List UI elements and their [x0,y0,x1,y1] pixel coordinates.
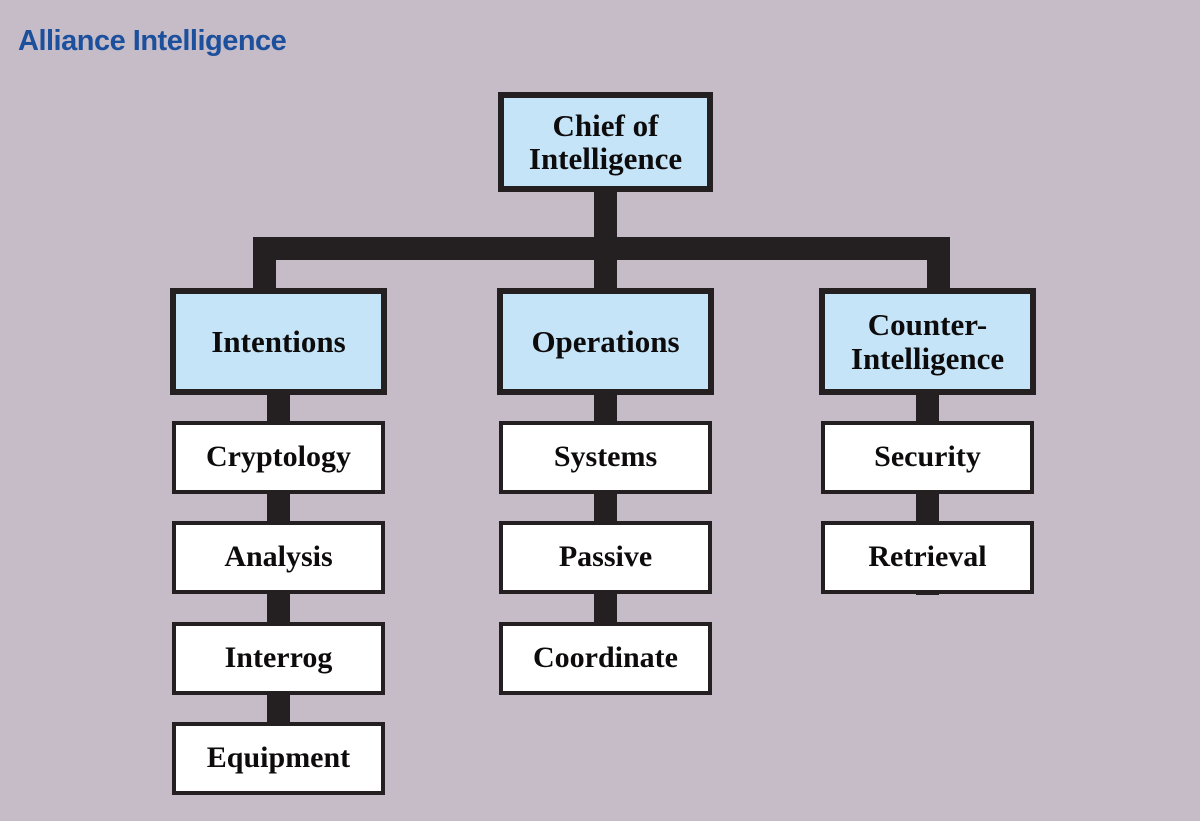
node-label-line2: Intelligence [528,141,683,176]
node-systems[interactable]: Systems [499,421,712,494]
node-label-equipment: Equipment [206,741,351,775]
connector-drop-branch2 [594,237,617,293]
node-label-cryptology: Cryptology [206,440,351,474]
node-label-analysis: Analysis [224,540,333,574]
node-intentions[interactable]: Intentions [170,288,387,395]
node-security[interactable]: Security [821,421,1034,494]
org-chart-canvas: Alliance Intelligence Chief of Intellige… [0,0,1200,821]
node-label-counter-line2: Intelligence [850,340,1005,376]
node-coordinate[interactable]: Coordinate [499,622,712,695]
connector-drop-branch3 [927,237,950,293]
node-label-passive: Passive [558,540,653,574]
connector-drop-branch1 [253,237,276,293]
node-equipment[interactable]: Equipment [172,722,385,795]
node-label-intentions: Intentions [211,323,346,359]
node-label-systems: Systems [553,440,658,474]
node-label-security: Security [874,440,981,474]
node-interrog[interactable]: Interrog [172,622,385,695]
connector-root-stem [594,190,617,240]
node-label-operations: Operations [531,323,680,359]
node-retrieval[interactable]: Retrieval [821,521,1034,594]
node-operations[interactable]: Operations [497,288,714,395]
node-label-interrog: Interrog [224,641,333,675]
node-analysis[interactable]: Analysis [172,521,385,594]
node-label-coordinate: Coordinate [533,641,678,675]
node-cryptology[interactable]: Cryptology [172,421,385,494]
node-counter-intelligence[interactable]: Counter- Intelligence [819,288,1036,395]
node-label-counter-line1: Counter- [867,307,988,343]
node-label-line1: Chief of [552,107,659,143]
node-passive[interactable]: Passive [499,521,712,594]
node-label-retrieval: Retrieval [868,540,987,574]
page-title: Alliance Intelligence [18,25,287,57]
node-chief-of-intelligence[interactable]: Chief of Intelligence [498,92,713,192]
